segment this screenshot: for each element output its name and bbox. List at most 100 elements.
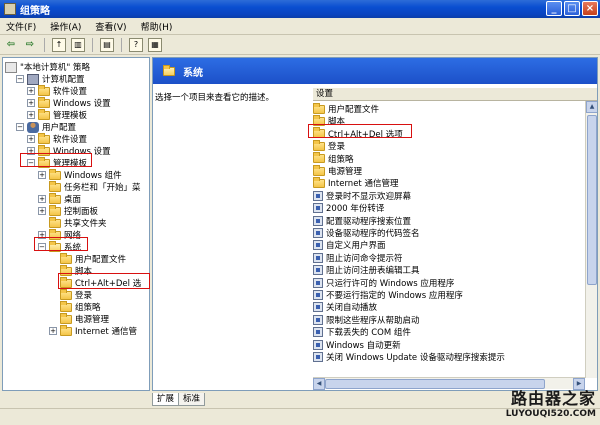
folder-icon xyxy=(38,144,50,156)
list-item[interactable]: 登录 xyxy=(313,139,345,152)
list-item[interactable]: 2000 年份转译 xyxy=(313,202,384,214)
tree-item[interactable]: 脚本 xyxy=(49,264,92,277)
setting-icon xyxy=(313,290,323,300)
list-item[interactable]: 自定义用户界面 xyxy=(313,239,386,251)
expand-icon[interactable]: + xyxy=(27,135,35,143)
folder-icon xyxy=(60,300,72,312)
tree-pane[interactable]: "本地计算机" 策略 − 计算机配置 + 软件设置 + Windows 设置 + 管理模板 − 用户… xyxy=(2,57,150,391)
menu-file[interactable]: 文件(F) xyxy=(6,20,36,33)
tree-item[interactable]: + 桌面 xyxy=(38,192,81,205)
tree-item[interactable]: 任务栏和「开始」菜 xyxy=(38,180,141,193)
toolbar-separator xyxy=(92,37,93,52)
expand-icon[interactable]: + xyxy=(49,327,57,335)
tree-item[interactable]: 登录 xyxy=(49,288,92,301)
list-item-label: 自定义用户界面 xyxy=(326,241,386,252)
tree-spacer xyxy=(49,267,57,275)
tree-item[interactable]: − 计算机配置 xyxy=(16,73,85,85)
up-folder-icon[interactable]: ↑ xyxy=(52,37,66,52)
watermark-main: 路由器之家 xyxy=(510,389,596,408)
back-arrow-icon[interactable]: ⇦ xyxy=(4,38,18,52)
collapse-icon[interactable]: − xyxy=(27,159,35,167)
tree-item[interactable]: + 管理模板 xyxy=(27,108,87,121)
tree-item-label: 管理模板 xyxy=(53,159,88,169)
tree-item[interactable]: "本地计算机" 策略 xyxy=(5,61,90,73)
expand-icon[interactable]: + xyxy=(27,147,35,155)
tab-standard[interactable]: 标准 xyxy=(178,393,206,406)
tree-item[interactable]: 组策略 xyxy=(49,300,101,313)
collapse-icon[interactable]: − xyxy=(38,243,46,251)
tree-item-label: 任务栏和「开始」菜 xyxy=(64,183,141,193)
list-item[interactable]: 下载丢失的 COM 组件 xyxy=(313,326,411,338)
menu-view[interactable]: 查看(V) xyxy=(95,20,126,33)
folder-icon xyxy=(60,264,72,276)
tree-item-label: Windows 设置 xyxy=(53,99,111,109)
forward-arrow-icon[interactable]: ⇨ xyxy=(23,38,37,52)
list-item[interactable]: Windows 自动更新 xyxy=(313,339,401,351)
expand-icon[interactable]: + xyxy=(27,99,35,107)
list-item[interactable]: 用户配置文件 xyxy=(313,102,379,115)
list-item[interactable]: 只运行许可的 Windows 应用程序 xyxy=(313,277,454,289)
minimize-button[interactable]: _ xyxy=(546,1,562,16)
expand-icon[interactable]: + xyxy=(27,87,35,95)
list-item[interactable]: 不要运行指定的 Windows 应用程序 xyxy=(313,289,463,301)
folder-icon xyxy=(60,276,72,288)
list-item[interactable]: 限制这些程序从帮助启动 xyxy=(313,314,420,326)
tree-item[interactable]: + Windows 设置 xyxy=(27,96,111,109)
tree-item[interactable]: − 用户配置 xyxy=(16,121,76,133)
tab-extended[interactable]: 扩展 xyxy=(152,393,180,406)
tree-item[interactable]: + 网络 xyxy=(38,228,81,241)
list-item[interactable]: 设备驱动程序的代码签名 xyxy=(313,227,420,239)
tree-item[interactable]: + 控制面板 xyxy=(38,204,98,217)
window-title: 组策略 xyxy=(20,5,50,17)
list-item[interactable]: 电源管理 xyxy=(313,164,362,177)
tree-item[interactable]: 用户配置文件 xyxy=(49,252,126,265)
list-item[interactable]: Internet 通信管理 xyxy=(313,176,398,189)
tree-item-label: 系统 xyxy=(64,243,82,253)
properties-icon[interactable]: ▦ xyxy=(148,37,162,52)
expand-icon[interactable]: + xyxy=(27,111,35,119)
expand-icon[interactable]: + xyxy=(38,231,46,239)
scroll-up-icon[interactable]: ▲ xyxy=(586,101,597,113)
close-button[interactable]: × xyxy=(582,1,598,16)
tree-item[interactable]: + 软件设置 xyxy=(27,132,87,145)
list-item[interactable]: 阻止访问命令提示符 xyxy=(313,252,403,264)
list-item[interactable]: 组策略 xyxy=(313,152,354,165)
scroll-thumb[interactable] xyxy=(587,115,597,285)
folder-icon xyxy=(38,84,50,96)
column-header-setting[interactable]: 设置 xyxy=(313,88,597,101)
tree-item[interactable]: + Internet 通信管 xyxy=(49,324,137,337)
tree-item[interactable]: 电源管理 xyxy=(49,312,109,325)
tree-item[interactable]: Ctrl+Alt+Del 选 xyxy=(49,276,141,289)
show-tree-icon[interactable]: ▥ xyxy=(71,37,85,52)
help-icon[interactable]: ? xyxy=(129,37,143,52)
tree-item-label: Windows 设置 xyxy=(53,147,111,157)
list-item[interactable]: 登录时不显示欢迎屏幕 xyxy=(313,190,411,202)
tree-item[interactable]: + Windows 组件 xyxy=(38,168,122,181)
collapse-icon[interactable]: − xyxy=(16,75,24,83)
computer-icon xyxy=(27,73,39,85)
list-item-label: 配置驱动程序搜索位置 xyxy=(326,216,412,227)
list-item[interactable]: 阻止访问注册表编辑工具 xyxy=(313,264,420,276)
list-item[interactable]: 脚本 xyxy=(313,114,345,127)
menu-help[interactable]: 帮助(H) xyxy=(141,20,173,33)
vertical-scrollbar[interactable]: ▲ xyxy=(585,101,597,378)
expand-icon[interactable]: + xyxy=(38,171,46,179)
list-item[interactable]: 关闭自动播放 xyxy=(313,301,377,313)
tree-item[interactable]: − 系统 xyxy=(38,240,82,253)
tree-item[interactable]: + Windows 设置 xyxy=(27,144,111,157)
list-item[interactable]: 配置驱动程序搜索位置 xyxy=(313,215,411,227)
list-item-label: 阻止访问注册表编辑工具 xyxy=(326,266,420,277)
tree-item[interactable]: 共享文件夹 xyxy=(38,216,107,229)
list-item[interactable]: Ctrl+Alt+Del 选项 xyxy=(313,127,403,140)
expand-icon[interactable]: + xyxy=(38,195,46,203)
list-item[interactable]: 关闭 Windows Update 设备驱动程序搜索提示 xyxy=(313,351,505,363)
export-list-icon[interactable]: ▤ xyxy=(100,37,114,52)
menu-action[interactable]: 操作(A) xyxy=(50,20,81,33)
maximize-button[interactable]: □ xyxy=(564,1,580,16)
expand-icon[interactable]: + xyxy=(38,207,46,215)
tree-item[interactable]: − 管理模板 xyxy=(27,156,88,169)
folder-icon xyxy=(313,176,325,188)
scroll-left-icon[interactable]: ◀ xyxy=(313,378,325,390)
tree-item[interactable]: + 软件设置 xyxy=(27,84,87,97)
collapse-icon[interactable]: − xyxy=(16,123,24,131)
